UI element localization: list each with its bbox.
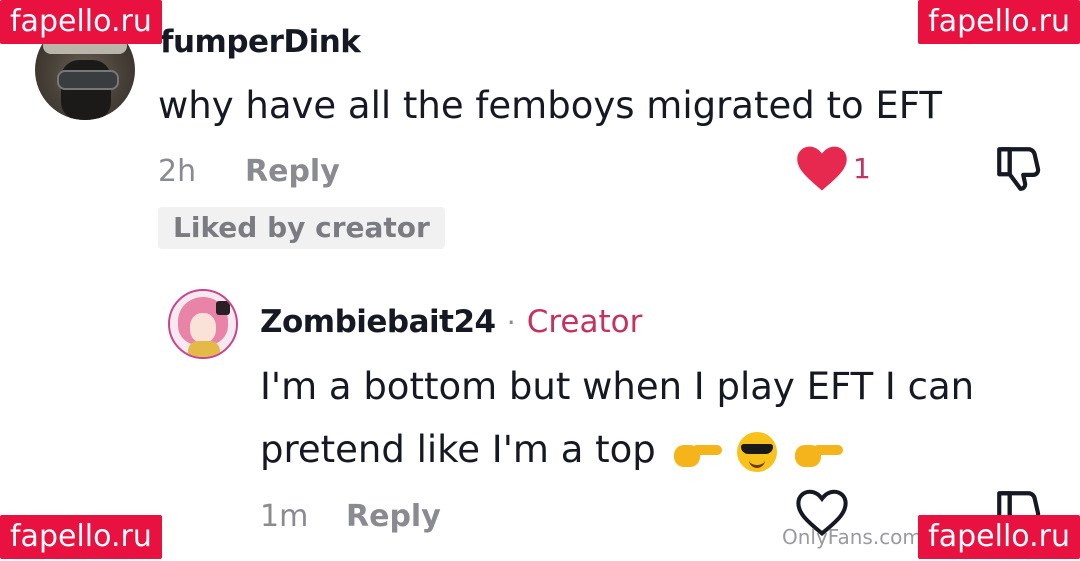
dislike-icon[interactable]: [993, 143, 1043, 193]
comment-reply-button[interactable]: Reply: [245, 154, 340, 189]
watermark-bottom-right: fapello.ru: [918, 515, 1080, 559]
pointing-right-emoji: [673, 437, 722, 467]
avatar-glasses: [57, 70, 119, 90]
heart-filled-icon[interactable]: [795, 143, 849, 193]
reply-reply-button[interactable]: Reply: [346, 499, 441, 534]
comment-timestamp: 2h: [158, 154, 197, 189]
reply-header: Zombiebait24 · Creator: [260, 304, 642, 340]
watermark-bottom-left: fapello.ru: [0, 515, 162, 559]
pointing-right-emoji: [795, 437, 844, 467]
creator-avatar[interactable]: [168, 289, 238, 359]
reply-text-line-1: I'm a bottom but when I play EFT I can: [260, 365, 975, 408]
liked-by-creator-badge: Liked by creator: [158, 207, 445, 249]
comment-username[interactable]: fumperDink: [160, 24, 361, 60]
comment-text: why have all the femboys migrated to EFT: [158, 84, 943, 127]
watermark-top-right: fapello.ru: [918, 0, 1080, 44]
onlyfans-watermark: OnlyFans.com/: [782, 525, 929, 549]
separator-dot: ·: [506, 306, 516, 339]
avatar-body: [188, 341, 220, 357]
watermark-top-left: fapello.ru: [0, 0, 162, 44]
sunglasses-emoji: [737, 431, 778, 472]
avatar-face: [190, 313, 216, 343]
avatar-mask: [61, 60, 111, 120]
reply-text-line-2-container: pretend like I'm a top: [260, 428, 844, 472]
reply-text-line-2: pretend like I'm a top: [260, 428, 656, 471]
creator-tag: Creator: [526, 304, 643, 340]
avatar-bow: [216, 301, 230, 315]
reply-timestamp: 1m: [260, 499, 309, 534]
reply-username[interactable]: Zombiebait24: [260, 304, 496, 340]
comment-like-count: 1: [853, 152, 871, 185]
